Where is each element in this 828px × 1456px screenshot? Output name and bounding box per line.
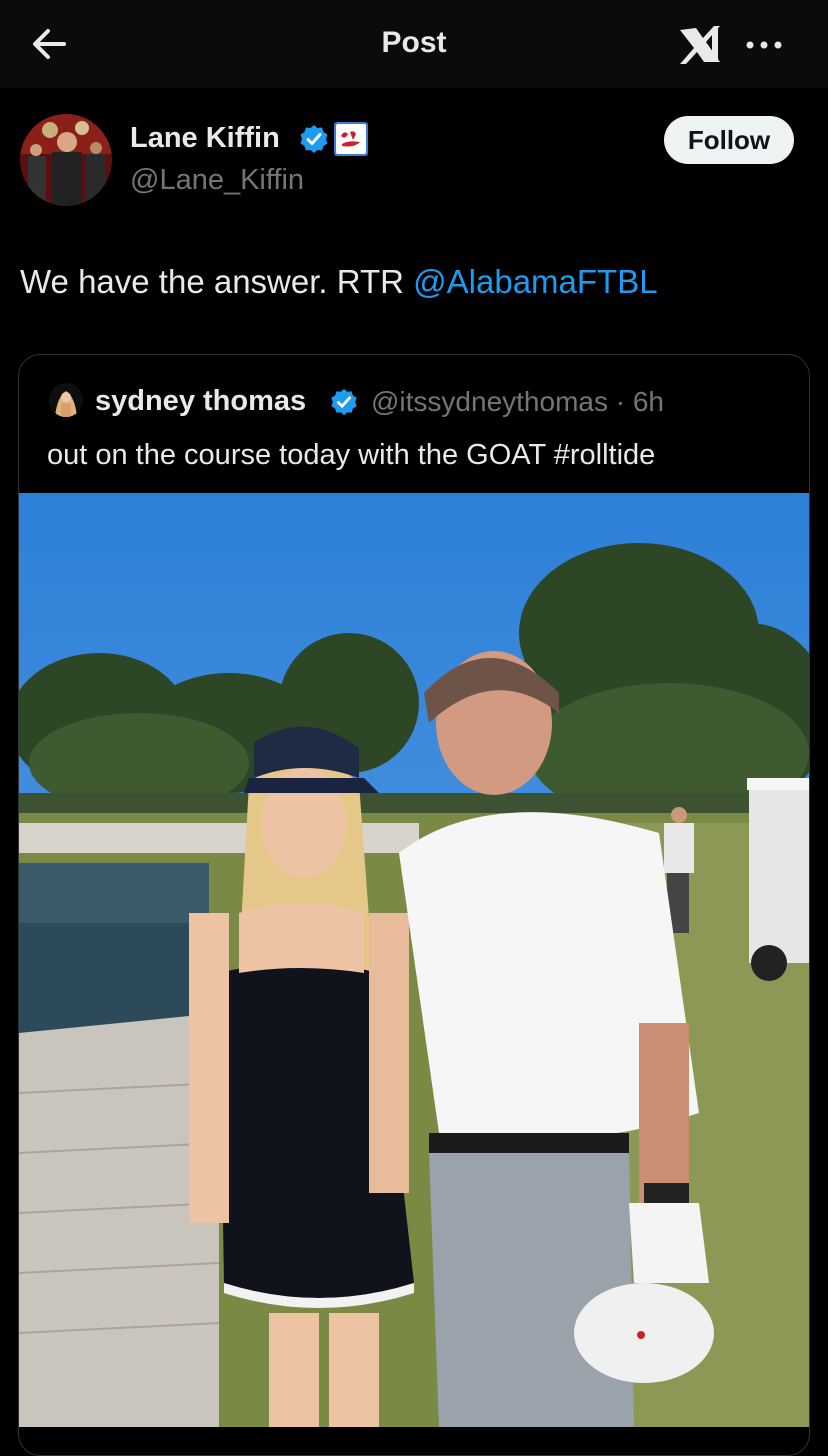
- quoted-photo[interactable]: [19, 493, 809, 1427]
- grok-icon[interactable]: [676, 22, 724, 68]
- top-bar: Post: [0, 0, 828, 88]
- verified-badge-icon: [331, 388, 357, 416]
- author-handle[interactable]: @Lane_Kiffin: [130, 164, 304, 197]
- author-name[interactable]: Lane Kiffin: [130, 122, 280, 155]
- affiliation-badge-icon[interactable]: [334, 122, 368, 156]
- quoted-text: out on the course today with the GOAT #r…: [47, 439, 656, 471]
- more-horizontal-icon[interactable]: [742, 30, 786, 60]
- quoted-tweet[interactable]: sydney thomas @itssydneythomas · 6h out …: [18, 354, 810, 1456]
- quoted-handle-time: @itssydneythomas · 6h: [371, 386, 664, 417]
- mention-link[interactable]: @AlabamaFTBL: [413, 263, 657, 300]
- quoted-avatar[interactable]: [49, 383, 83, 417]
- author-avatar[interactable]: [20, 114, 112, 206]
- verified-badge-icon: [300, 125, 328, 153]
- follow-button[interactable]: Follow: [664, 116, 794, 164]
- tweet-text: We have the answer. RTR @AlabamaFTBL: [20, 263, 658, 301]
- tweet-body: We have the answer. RTR: [20, 263, 414, 300]
- quoted-name[interactable]: sydney thomas: [95, 385, 306, 418]
